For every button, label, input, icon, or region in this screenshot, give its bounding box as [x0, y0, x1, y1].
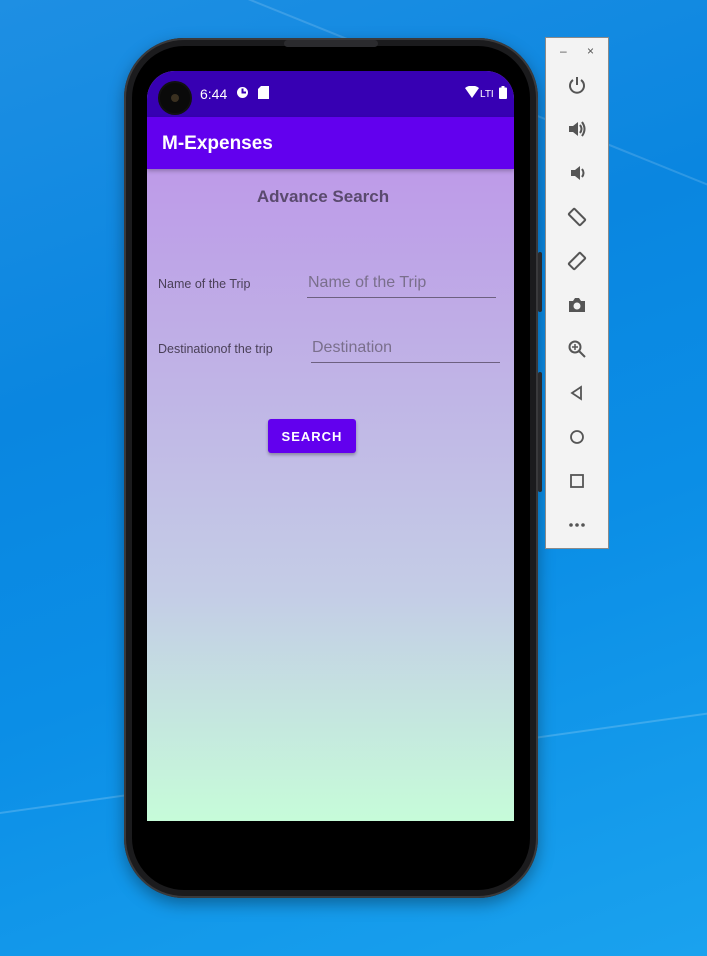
- status-bar: 6:44 LTI: [147, 71, 514, 117]
- app-bar: M-Expenses: [147, 117, 514, 169]
- phone-side-button: [538, 252, 542, 312]
- back-icon[interactable]: [562, 378, 592, 408]
- volume-down-icon[interactable]: [562, 158, 592, 188]
- minimize-button[interactable]: –: [560, 44, 567, 58]
- rotate-left-icon[interactable]: [562, 202, 592, 232]
- signal-text: LTI: [480, 89, 494, 100]
- wifi-icon: [465, 85, 479, 101]
- volume-up-icon[interactable]: [562, 114, 592, 144]
- front-camera: [160, 83, 190, 113]
- speaker-grille: [284, 40, 378, 47]
- destination-label: Destinationof the trip: [158, 342, 273, 356]
- battery-icon: [499, 86, 507, 102]
- zoom-icon[interactable]: [562, 334, 592, 364]
- emulator-toolbar: – ×: [545, 37, 609, 549]
- trip-name-input[interactable]: [307, 271, 496, 298]
- trip-name-label: Name of the Trip: [158, 277, 251, 291]
- app-title: M-Expenses: [162, 133, 273, 154]
- close-button[interactable]: ×: [587, 44, 594, 58]
- destination-input[interactable]: [311, 336, 500, 363]
- page-title: Advance Search: [256, 187, 390, 206]
- rotate-right-icon[interactable]: [562, 246, 592, 276]
- status-time: 6:44: [200, 86, 228, 102]
- phone-screen: 6:44 LTI M-Expenses Advance Search Name …: [147, 71, 514, 821]
- more-icon[interactable]: [562, 510, 592, 540]
- power-icon[interactable]: [562, 70, 592, 100]
- data-saver-icon: [236, 86, 249, 102]
- search-button[interactable]: SEARCH: [268, 419, 356, 453]
- camera-icon[interactable]: [562, 290, 592, 320]
- phone-side-button: [538, 372, 542, 492]
- home-icon[interactable]: [562, 422, 592, 452]
- overview-icon[interactable]: [562, 466, 592, 496]
- sd-card-icon: [258, 86, 269, 102]
